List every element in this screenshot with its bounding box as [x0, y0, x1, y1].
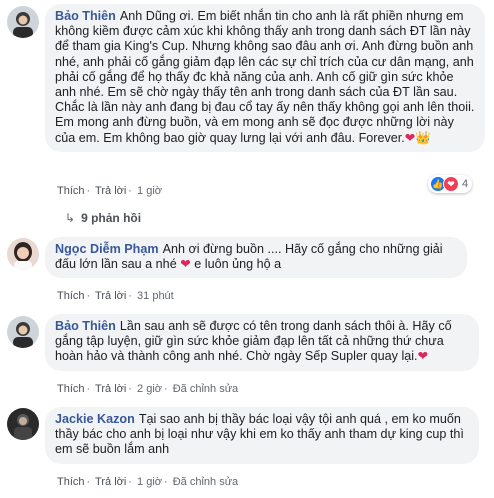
like-link[interactable]: Thích	[57, 383, 85, 395]
comment-bubble: Jackie Kazon Tại sao anh bị thầy bác loại…	[45, 407, 479, 464]
comment-bubble: Bảo Thiên Lần sau anh sẽ được có tên tron…	[45, 314, 479, 371]
avatar-ngoc-diem-pham[interactable]	[7, 238, 39, 270]
timestamp[interactable]: 1 giờ	[137, 476, 162, 488]
replies-count: 9 phản hồi	[81, 211, 142, 225]
comment-author[interactable]: Bảo Thiên	[55, 9, 116, 23]
reply-link[interactable]: Trả lời	[95, 383, 126, 395]
comment-actions: Thích · Trả lời · 31 phút	[57, 290, 174, 302]
heart-emoji: ❤	[417, 349, 429, 364]
avatar-bao-thien[interactable]	[7, 6, 39, 38]
comment-actions: Thích · Trả lời · 2 giờ · Đã chỉnh sửa	[57, 383, 239, 395]
reply-link[interactable]: Trả lời	[95, 476, 126, 488]
heart-emoji: ❤	[180, 257, 191, 272]
emoji: ❤👑	[404, 130, 432, 145]
avatar-bao-thien[interactable]	[7, 316, 39, 348]
comment-author[interactable]: Bảo Thiên	[55, 319, 116, 333]
reply-link[interactable]: Trả lời	[95, 185, 126, 197]
timestamp[interactable]: 31 phút	[137, 290, 174, 302]
like-link[interactable]: Thích	[57, 185, 85, 197]
comment-text-tail: e luôn ủng hộ a	[194, 257, 282, 272]
timestamp[interactable]: 2 giờ	[137, 383, 162, 395]
like-link[interactable]: Thích	[57, 476, 85, 488]
reply-link[interactable]: Trả lời	[95, 290, 126, 302]
comment-author[interactable]: Jackie Kazon	[55, 412, 135, 426]
reaction-count: 4	[462, 178, 469, 190]
comment-bubble: Bảo Thiên Anh Dũng ơi. Em biết nhắn tin c…	[45, 4, 485, 152]
like-link[interactable]: Thích	[57, 290, 85, 302]
comment-author[interactable]: Ngọc Diễm Phạm	[55, 242, 159, 256]
edited-label[interactable]: Đã chỉnh sửa	[173, 383, 238, 395]
timestamp[interactable]: 1 giờ	[137, 185, 162, 197]
avatar-jackie-kazon[interactable]	[7, 408, 39, 440]
comment-actions: Thích · Trả lời · 1 giờ · Đã chỉnh sửa	[57, 476, 239, 488]
reaction-summary[interactable]: 👍 ❤ 4	[428, 175, 473, 193]
edited-label[interactable]: Đã chỉnh sửa	[173, 476, 238, 488]
love-reaction-icon: ❤	[443, 176, 459, 192]
comment-bubble: Ngọc Diễm Phạm Anh ơi đừng buồn .... Hãy …	[45, 237, 467, 279]
reply-arrow-icon: ↳	[65, 211, 76, 225]
comment-text: Anh Dũng ơi. Em biết nhắn tin cho anh là…	[55, 9, 475, 145]
view-replies-link[interactable]: ↳ 9 phản hồi	[65, 211, 141, 225]
comment-actions: Thích · Trả lời · 1 giờ	[57, 185, 162, 197]
